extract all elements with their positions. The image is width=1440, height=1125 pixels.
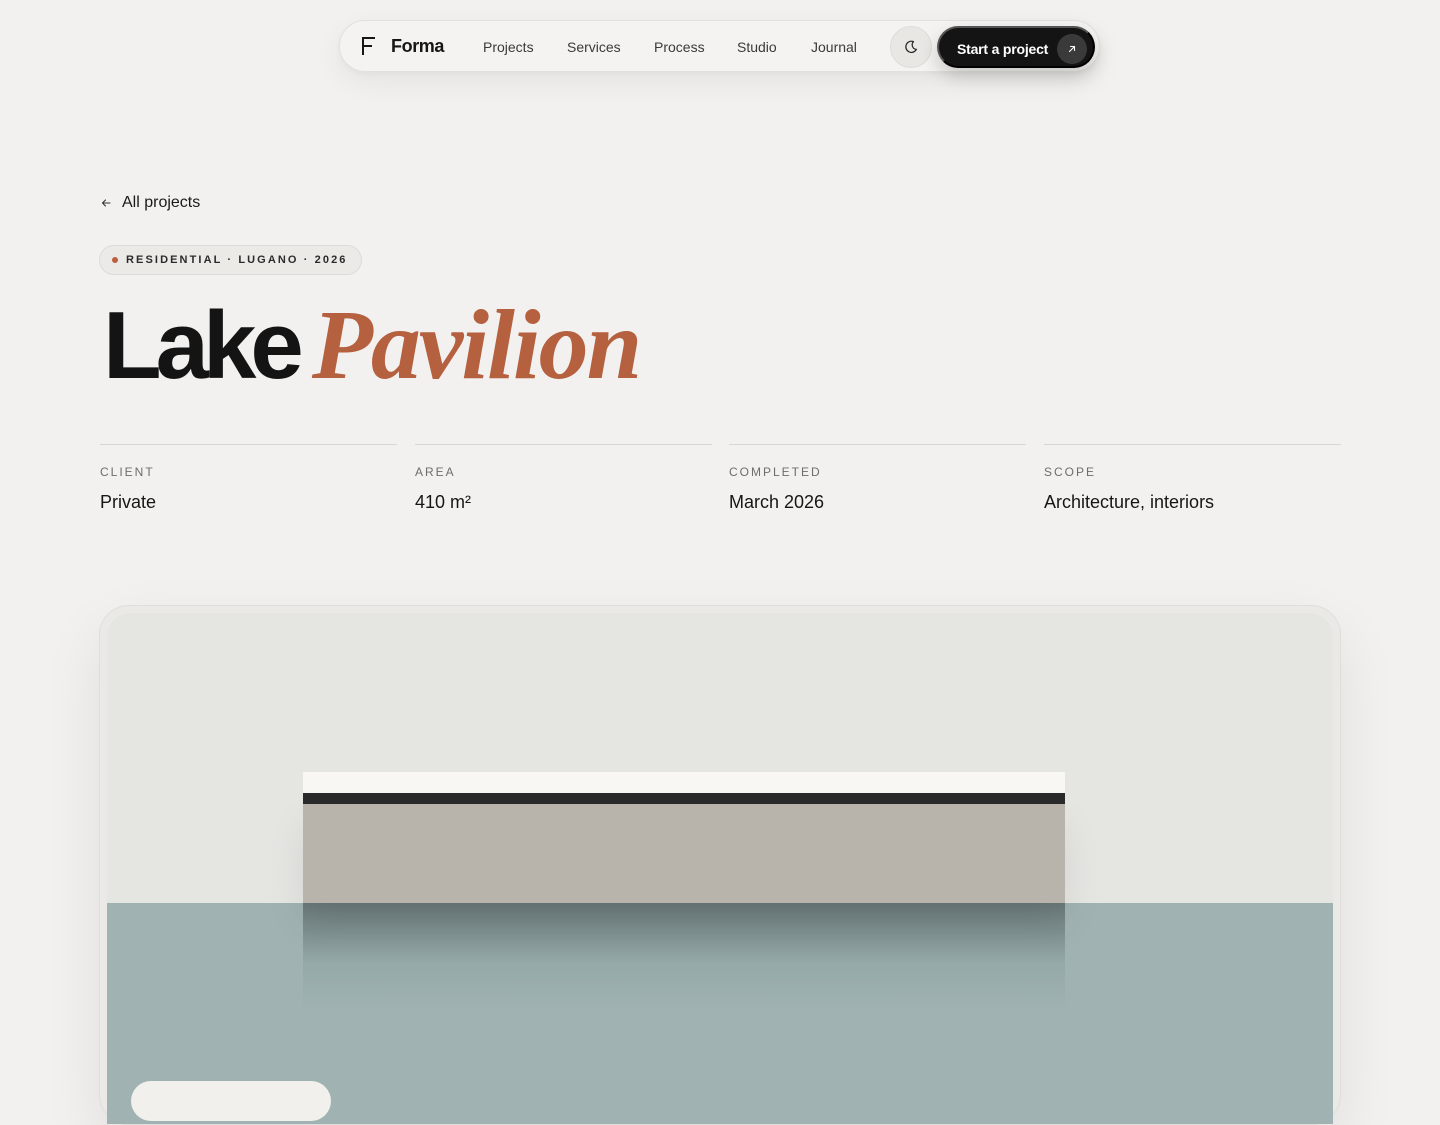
page-title: Lake Pavilion xyxy=(103,289,642,422)
meta-label: SCOPE xyxy=(1044,465,1097,479)
nav-link-process[interactable]: Process xyxy=(654,38,705,56)
start-project-button[interactable]: Start a project xyxy=(937,26,1095,68)
meta-completed: COMPLETED March 2026 xyxy=(729,444,1026,512)
meta-label: AREA xyxy=(415,465,456,479)
pavilion-body xyxy=(303,804,1065,903)
hero-image-frame xyxy=(99,605,1341,1125)
meta-value: Private xyxy=(100,492,157,512)
meta-value: Architecture, interiors xyxy=(1044,492,1215,512)
meta-label: CLIENT xyxy=(100,465,155,479)
title-plain: Lake xyxy=(103,292,304,399)
meta-value: March 2026 xyxy=(729,492,825,512)
arrow-left-icon xyxy=(101,199,111,207)
logo-icon[interactable] xyxy=(362,37,376,55)
nav-link-studio[interactable]: Studio xyxy=(737,38,777,56)
start-project-label: Start a project xyxy=(957,41,1049,57)
tag-dot-icon xyxy=(112,257,118,263)
tag-text: RESIDENTIAL · LUGANO · 2026 xyxy=(126,254,348,266)
image-caption-pill xyxy=(131,1081,331,1121)
moon-icon xyxy=(905,40,917,53)
nav-link-services[interactable]: Services xyxy=(567,38,621,56)
nav-link-journal[interactable]: Journal xyxy=(811,38,857,56)
hero-illustration xyxy=(107,613,1333,1124)
nav-link-projects[interactable]: Projects xyxy=(483,38,534,56)
meta-label: COMPLETED xyxy=(729,465,822,479)
title-accent: Pavilion xyxy=(311,289,642,400)
back-link-label: All projects xyxy=(122,194,201,211)
meta-area: AREA 410 m² xyxy=(415,444,712,512)
meta-scope: SCOPE Architecture, interiors xyxy=(1044,444,1341,512)
back-to-projects-link[interactable]: All projects xyxy=(100,192,200,214)
arrow-up-right-icon xyxy=(1057,34,1087,64)
meta-client: CLIENT Private xyxy=(100,444,397,512)
pavilion-roof xyxy=(303,772,1065,793)
project-category-tag: RESIDENTIAL · LUGANO · 2026 xyxy=(99,245,362,275)
meta-value: 410 m² xyxy=(415,492,472,512)
building-reflection xyxy=(303,903,1065,1013)
brand-name[interactable]: Forma xyxy=(391,35,444,57)
theme-toggle-button[interactable] xyxy=(890,26,932,68)
top-nav: Forma Projects Services Process Studio J… xyxy=(339,20,1100,72)
pavilion-band xyxy=(303,793,1065,804)
